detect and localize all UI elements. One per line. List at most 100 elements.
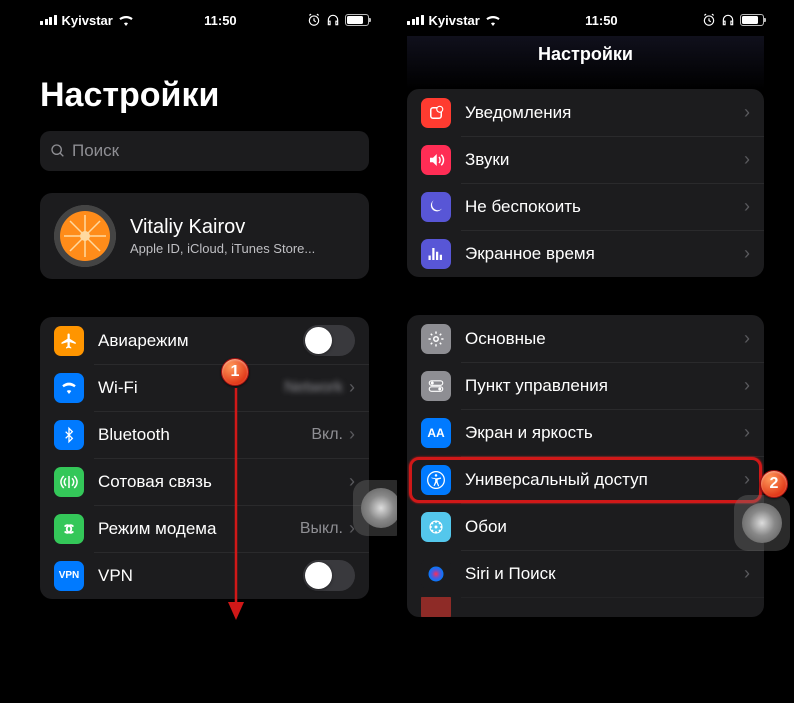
row-partial[interactable] (407, 597, 764, 617)
display-icon: AA (421, 418, 451, 448)
chevron-icon: › (744, 196, 750, 217)
row-label: Экранное время (465, 244, 744, 264)
row-dnd[interactable]: Не беспокоить › (407, 183, 764, 230)
row-label: Уведомления (465, 103, 744, 123)
row-accessibility[interactable]: Универсальный доступ › (407, 456, 764, 503)
vpn-toggle[interactable] (303, 560, 355, 591)
battery-icon (740, 14, 764, 26)
headphones-icon (721, 13, 735, 27)
chevron-icon: › (744, 149, 750, 170)
row-label: Не беспокоить (465, 197, 744, 217)
airplane-icon (54, 326, 84, 356)
bluetooth-icon (54, 420, 84, 450)
dnd-icon (421, 192, 451, 222)
row-general[interactable]: Основные › (407, 315, 764, 362)
battery-icon (345, 14, 369, 26)
row-siri[interactable]: Siri и Поиск › (407, 550, 764, 597)
row-label: Bluetooth (98, 425, 311, 445)
row-label: Пункт управления (465, 376, 744, 396)
row-label: Авиарежим (98, 331, 303, 351)
row-wifi[interactable]: Wi-Fi Network › (40, 364, 369, 411)
chevron-icon: › (349, 377, 355, 398)
search-icon (50, 143, 66, 159)
nav-title: Настройки (407, 36, 764, 89)
accessibility-icon (421, 465, 451, 495)
notifications-icon (421, 98, 451, 128)
headphones-icon (326, 13, 340, 27)
row-wallpaper[interactable]: Обои › (407, 503, 764, 550)
wifi-value: Network (284, 379, 343, 397)
wifi-icon (118, 14, 134, 26)
row-label: VPN (98, 566, 303, 586)
chevron-icon: › (744, 422, 750, 443)
row-sounds[interactable]: Звуки › (407, 136, 764, 183)
row-label: Звуки (465, 150, 744, 170)
profile-subtitle: Apple ID, iCloud, iTunes Store... (130, 241, 315, 256)
chevron-icon: › (744, 328, 750, 349)
profile-card[interactable]: Vitaliy Kairov Apple ID, iCloud, iTunes … (40, 193, 369, 279)
clock: 11:50 (585, 13, 618, 28)
chevron-icon: › (744, 243, 750, 264)
chevron-icon: › (744, 563, 750, 584)
status-bar: Kyivstar 11:50 (407, 0, 764, 36)
wifi-settings-icon (54, 373, 84, 403)
assistive-touch-button[interactable] (734, 495, 790, 551)
vpn-icon: VPN (54, 561, 84, 591)
row-label: Обои (465, 517, 744, 537)
siri-icon (421, 559, 451, 589)
row-hotspot[interactable]: Режим модема Выкл. › (40, 505, 369, 552)
hotspot-value: Выкл. (300, 520, 343, 538)
general-icon (421, 324, 451, 354)
row-bluetooth[interactable]: Bluetooth Вкл. › (40, 411, 369, 458)
control-center-icon (421, 371, 451, 401)
settings-group-notifications: Уведомления › Звуки › Не беспокоить › Эк… (407, 89, 764, 277)
row-label: Универсальный доступ (465, 470, 744, 490)
screentime-icon (421, 239, 451, 269)
scroll-arrow-icon (228, 388, 244, 620)
row-airplane[interactable]: Авиарежим (40, 317, 369, 364)
chevron-icon: › (349, 424, 355, 445)
search-input[interactable]: Поиск (40, 131, 369, 171)
row-screentime[interactable]: Экранное время › (407, 230, 764, 277)
right-screen: Kyivstar 11:50 Настройки Уведомления › З… (397, 0, 794, 703)
alarm-icon (307, 13, 321, 27)
row-label: Экран и яркость (465, 423, 744, 443)
signal-icon (40, 15, 57, 25)
settings-group-general: Основные › Пункт управления › AA Экран и… (407, 315, 764, 617)
alarm-icon (702, 13, 716, 27)
row-control-center[interactable]: Пункт управления › (407, 362, 764, 409)
row-notifications[interactable]: Уведомления › (407, 89, 764, 136)
chevron-icon: › (744, 375, 750, 396)
step-badge-1: 1 (221, 358, 249, 386)
profile-name: Vitaliy Kairov (130, 216, 315, 239)
row-display[interactable]: AA Экран и яркость › (407, 409, 764, 456)
search-placeholder: Поиск (72, 141, 119, 161)
airplane-toggle[interactable] (303, 325, 355, 356)
settings-group-network: Авиарежим Wi-Fi Network › Bluetooth Вкл.… (40, 317, 369, 599)
carrier-label: Kyivstar (62, 13, 113, 28)
row-label: Сотовая связь (98, 472, 349, 492)
wallpaper-icon (421, 512, 451, 542)
sounds-icon (421, 145, 451, 175)
step-badge-2: 2 (760, 470, 788, 498)
avatar (54, 205, 116, 267)
row-label: Режим модема (98, 519, 300, 539)
cellular-icon (54, 467, 84, 497)
row-cellular[interactable]: Сотовая связь › (40, 458, 369, 505)
wifi-icon (485, 14, 501, 26)
clock: 11:50 (204, 13, 237, 28)
row-label: Основные (465, 329, 744, 349)
row-vpn[interactable]: VPN VPN (40, 552, 369, 599)
carrier-label: Kyivstar (429, 13, 480, 28)
chevron-icon: › (744, 102, 750, 123)
bluetooth-value: Вкл. (311, 426, 343, 444)
row-label: Wi-Fi (98, 378, 284, 398)
status-bar: Kyivstar 11:50 (40, 0, 369, 36)
row-label: Siri и Поиск (465, 564, 744, 584)
left-screen: Kyivstar 11:50 Настройки Поиск Vitaliy K… (0, 0, 397, 703)
signal-icon (407, 15, 424, 25)
partial-icon (421, 597, 451, 617)
page-title: Настройки (40, 36, 369, 131)
chevron-icon: › (744, 469, 750, 490)
hotspot-icon (54, 514, 84, 544)
